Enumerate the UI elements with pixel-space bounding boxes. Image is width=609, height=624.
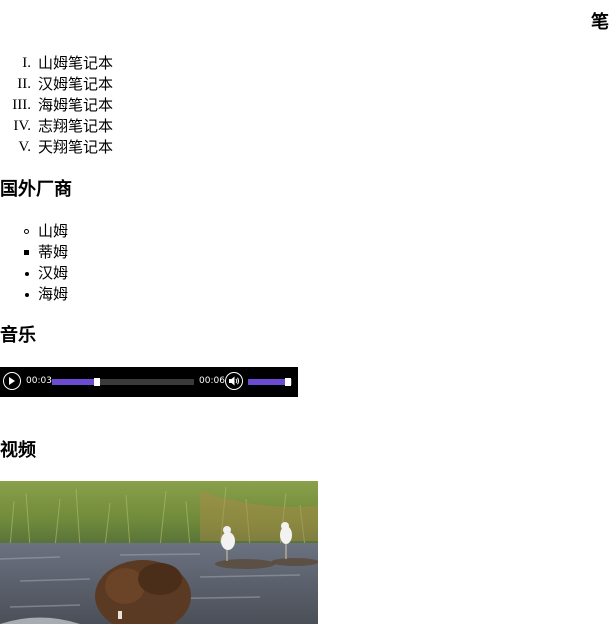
disc-bullet-icon xyxy=(22,263,32,284)
vendor-label: 汉姆 xyxy=(38,264,69,282)
volume-slider[interactable] xyxy=(248,378,292,386)
vendors-heading: 国外厂商 xyxy=(0,179,72,200)
video-heading: 视频 xyxy=(0,440,36,461)
list-item: V. 天翔笔记本 xyxy=(0,137,113,158)
seek-thumb[interactable] xyxy=(94,378,101,386)
list-marker: II. xyxy=(17,76,31,92)
circle-bullet-icon xyxy=(22,221,32,242)
volume-icon[interactable] xyxy=(225,372,243,390)
list-item: IV. 志翔笔记本 xyxy=(0,116,113,137)
page-title: 笔 xyxy=(591,12,609,33)
notebook-label: 天翔笔记本 xyxy=(38,138,114,156)
video-frame xyxy=(0,481,318,624)
seek-progress xyxy=(52,379,98,385)
duration-time: 00:06 xyxy=(199,376,225,386)
current-time: 00:03 xyxy=(26,376,52,386)
list-item: I. 山姆笔记本 xyxy=(0,53,113,74)
list-item: 汉姆 xyxy=(0,263,68,284)
audio-player[interactable]: 00:03 00:06 xyxy=(0,367,298,397)
video-player[interactable] xyxy=(0,481,318,624)
notebook-label: 山姆笔记本 xyxy=(38,54,114,72)
disc-bullet-icon xyxy=(22,284,32,305)
square-bullet-icon xyxy=(22,242,32,263)
vendor-label: 山姆 xyxy=(38,222,69,240)
vendor-list: 山姆 蒂姆 汉姆 海姆 xyxy=(0,221,68,305)
list-item: 山姆 xyxy=(0,221,68,242)
notebook-label: 志翔笔记本 xyxy=(38,117,114,135)
list-item: III. 海姆笔记本 xyxy=(0,95,113,116)
vendor-label: 蒂姆 xyxy=(38,243,69,261)
list-item: 海姆 xyxy=(0,284,68,305)
notebook-label: 汉姆笔记本 xyxy=(38,75,114,93)
music-heading: 音乐 xyxy=(0,325,36,346)
vendor-label: 海姆 xyxy=(38,285,69,303)
list-item: II. 汉姆笔记本 xyxy=(0,74,113,95)
notebook-list: I. 山姆笔记本 II. 汉姆笔记本 III. 海姆笔记本 IV. 志翔笔记本 V. 天翔… xyxy=(0,53,113,158)
list-marker: I. xyxy=(22,55,31,71)
list-marker: V. xyxy=(18,139,31,155)
list-marker: IV. xyxy=(13,118,31,134)
notebook-label: 海姆笔记本 xyxy=(38,96,114,114)
list-item: 蒂姆 xyxy=(0,242,68,263)
volume-thumb[interactable] xyxy=(284,378,291,386)
list-marker: III. xyxy=(12,97,31,113)
volume-level xyxy=(248,379,288,385)
play-icon[interactable] xyxy=(3,372,21,390)
audio-seek-bar[interactable] xyxy=(52,378,194,386)
